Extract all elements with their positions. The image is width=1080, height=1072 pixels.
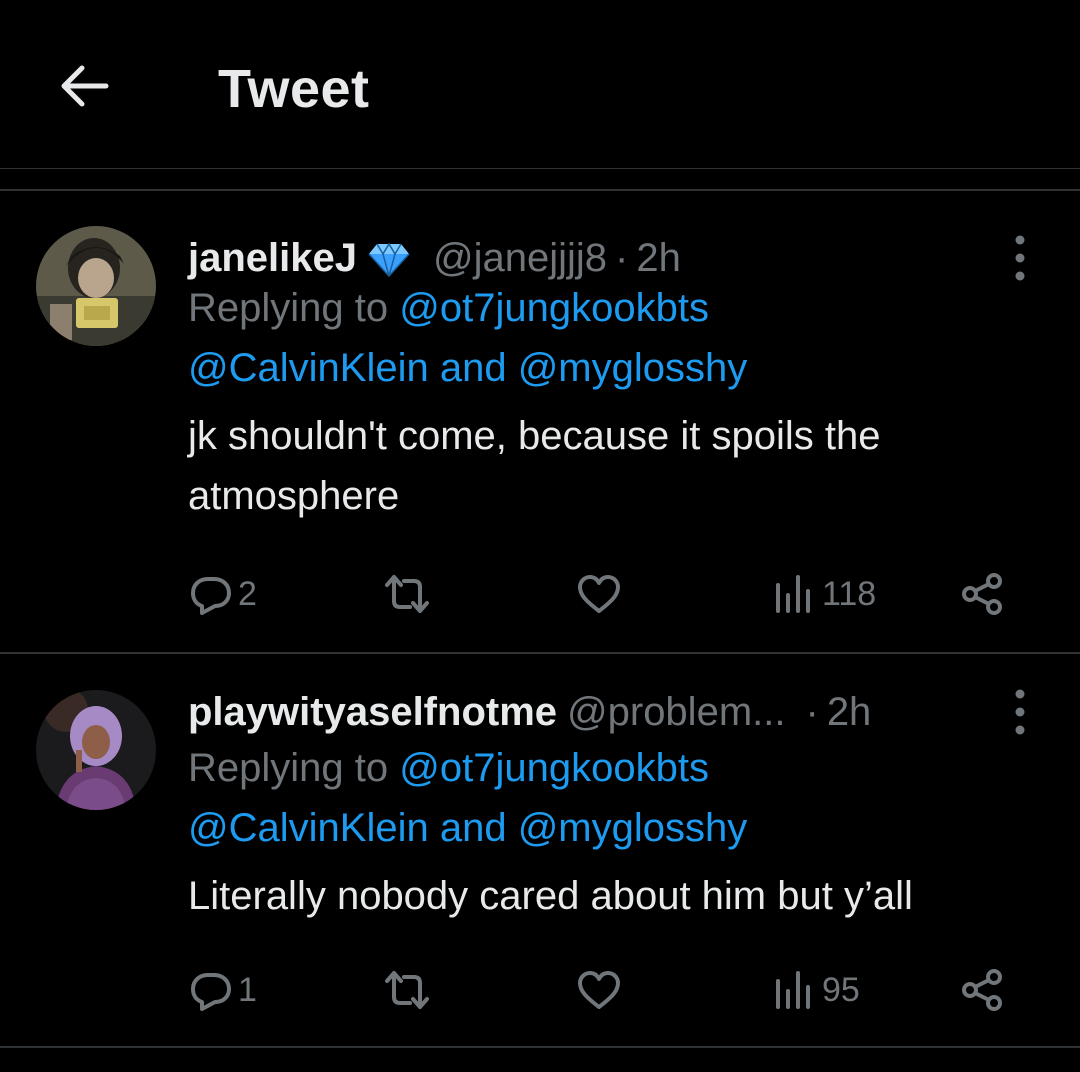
back-arrow-icon[interactable] — [56, 58, 112, 114]
like-button[interactable] — [576, 564, 622, 624]
replying-to-line: Replying to @ot7jungkookbts — [188, 746, 709, 791]
mention-link[interactable]: @CalvinKlein — [188, 806, 429, 850]
heart-icon — [578, 575, 620, 613]
and-text: and — [439, 806, 507, 850]
share-button[interactable] — [960, 960, 1006, 1020]
views-button[interactable]: 118 — [772, 564, 876, 624]
retweet-icon — [385, 971, 429, 1009]
author-row: janelikeJ @janejjjj8 · 2h — [188, 232, 681, 284]
separator-dot: · — [805, 689, 819, 734]
reply-icon — [191, 577, 231, 615]
diamond-badge-icon — [367, 236, 411, 280]
action-bar: 2 118 — [188, 564, 1028, 624]
more-options-icon[interactable] — [1000, 232, 1040, 284]
views-chart-icon — [776, 575, 810, 613]
replying-to-label: Replying to — [188, 286, 389, 330]
mention-link[interactable]: @ot7jungkookbts — [399, 746, 709, 790]
tweet-text: jk shouldn't come, because it spoils the — [188, 414, 881, 458]
handle[interactable]: @problem... — [567, 690, 785, 735]
share-icon — [962, 969, 1002, 1011]
views-count: 118 — [822, 574, 877, 613]
share-icon — [962, 573, 1002, 615]
heart-icon — [578, 971, 620, 1009]
timestamp[interactable]: 2h — [636, 236, 681, 281]
author-row: playwityaselfnotme @problem... · 2h — [188, 686, 871, 738]
reply-button[interactable]: 1 — [188, 960, 257, 1020]
retweet-button[interactable] — [384, 960, 430, 1020]
avatar[interactable] — [36, 690, 156, 810]
mention-link[interactable]: @ot7jungkookbts — [399, 286, 709, 330]
views-chart-icon — [776, 971, 810, 1009]
more-options-icon[interactable] — [1000, 686, 1040, 738]
timestamp[interactable]: 2h — [827, 690, 872, 735]
top-bar: Tweet — [0, 0, 1080, 168]
retweet-icon — [385, 575, 429, 613]
reply-button[interactable]: 2 — [188, 564, 257, 624]
display-name[interactable]: playwityaselfnotme — [188, 690, 557, 735]
display-name[interactable]: janelikeJ — [188, 236, 357, 281]
reply-icon — [191, 973, 231, 1011]
tweet-text: Literally nobody cared about him but y’a… — [188, 874, 913, 918]
divider — [0, 1046, 1080, 1048]
replying-to-line: Replying to @ot7jungkookbts — [188, 286, 709, 331]
reply-count: 1 — [238, 970, 257, 1009]
avatar[interactable] — [36, 226, 156, 346]
replying-to-label: Replying to — [188, 746, 389, 790]
share-button[interactable] — [960, 564, 1006, 624]
handle[interactable]: @janejjjj8 — [433, 236, 607, 281]
tweet-reply[interactable]: janelikeJ @janejjjj8 · 2h Replying to @o… — [0, 190, 1080, 652]
views-button[interactable]: 95 — [772, 960, 860, 1020]
reply-count: 2 — [238, 574, 257, 613]
retweet-button[interactable] — [384, 564, 430, 624]
views-count: 95 — [822, 970, 860, 1009]
replying-to-line: @CalvinKlein and @myglosshy — [188, 806, 747, 851]
separator-dot: · — [615, 235, 629, 280]
replying-to-line: @CalvinKlein and @myglosshy — [188, 346, 747, 391]
header-divider — [0, 168, 1080, 169]
mention-link[interactable]: @myglosshy — [518, 346, 748, 390]
mention-link[interactable]: @CalvinKlein — [188, 346, 429, 390]
and-text: and — [439, 346, 507, 390]
like-button[interactable] — [576, 960, 622, 1020]
action-bar: 1 95 — [188, 960, 1028, 1020]
mention-link[interactable]: @myglosshy — [518, 806, 748, 850]
tweet-reply[interactable]: playwityaselfnotme @problem... · 2h Repl… — [0, 654, 1080, 1046]
tweet-text: atmosphere — [188, 474, 400, 518]
page-title: Tweet — [218, 59, 370, 119]
